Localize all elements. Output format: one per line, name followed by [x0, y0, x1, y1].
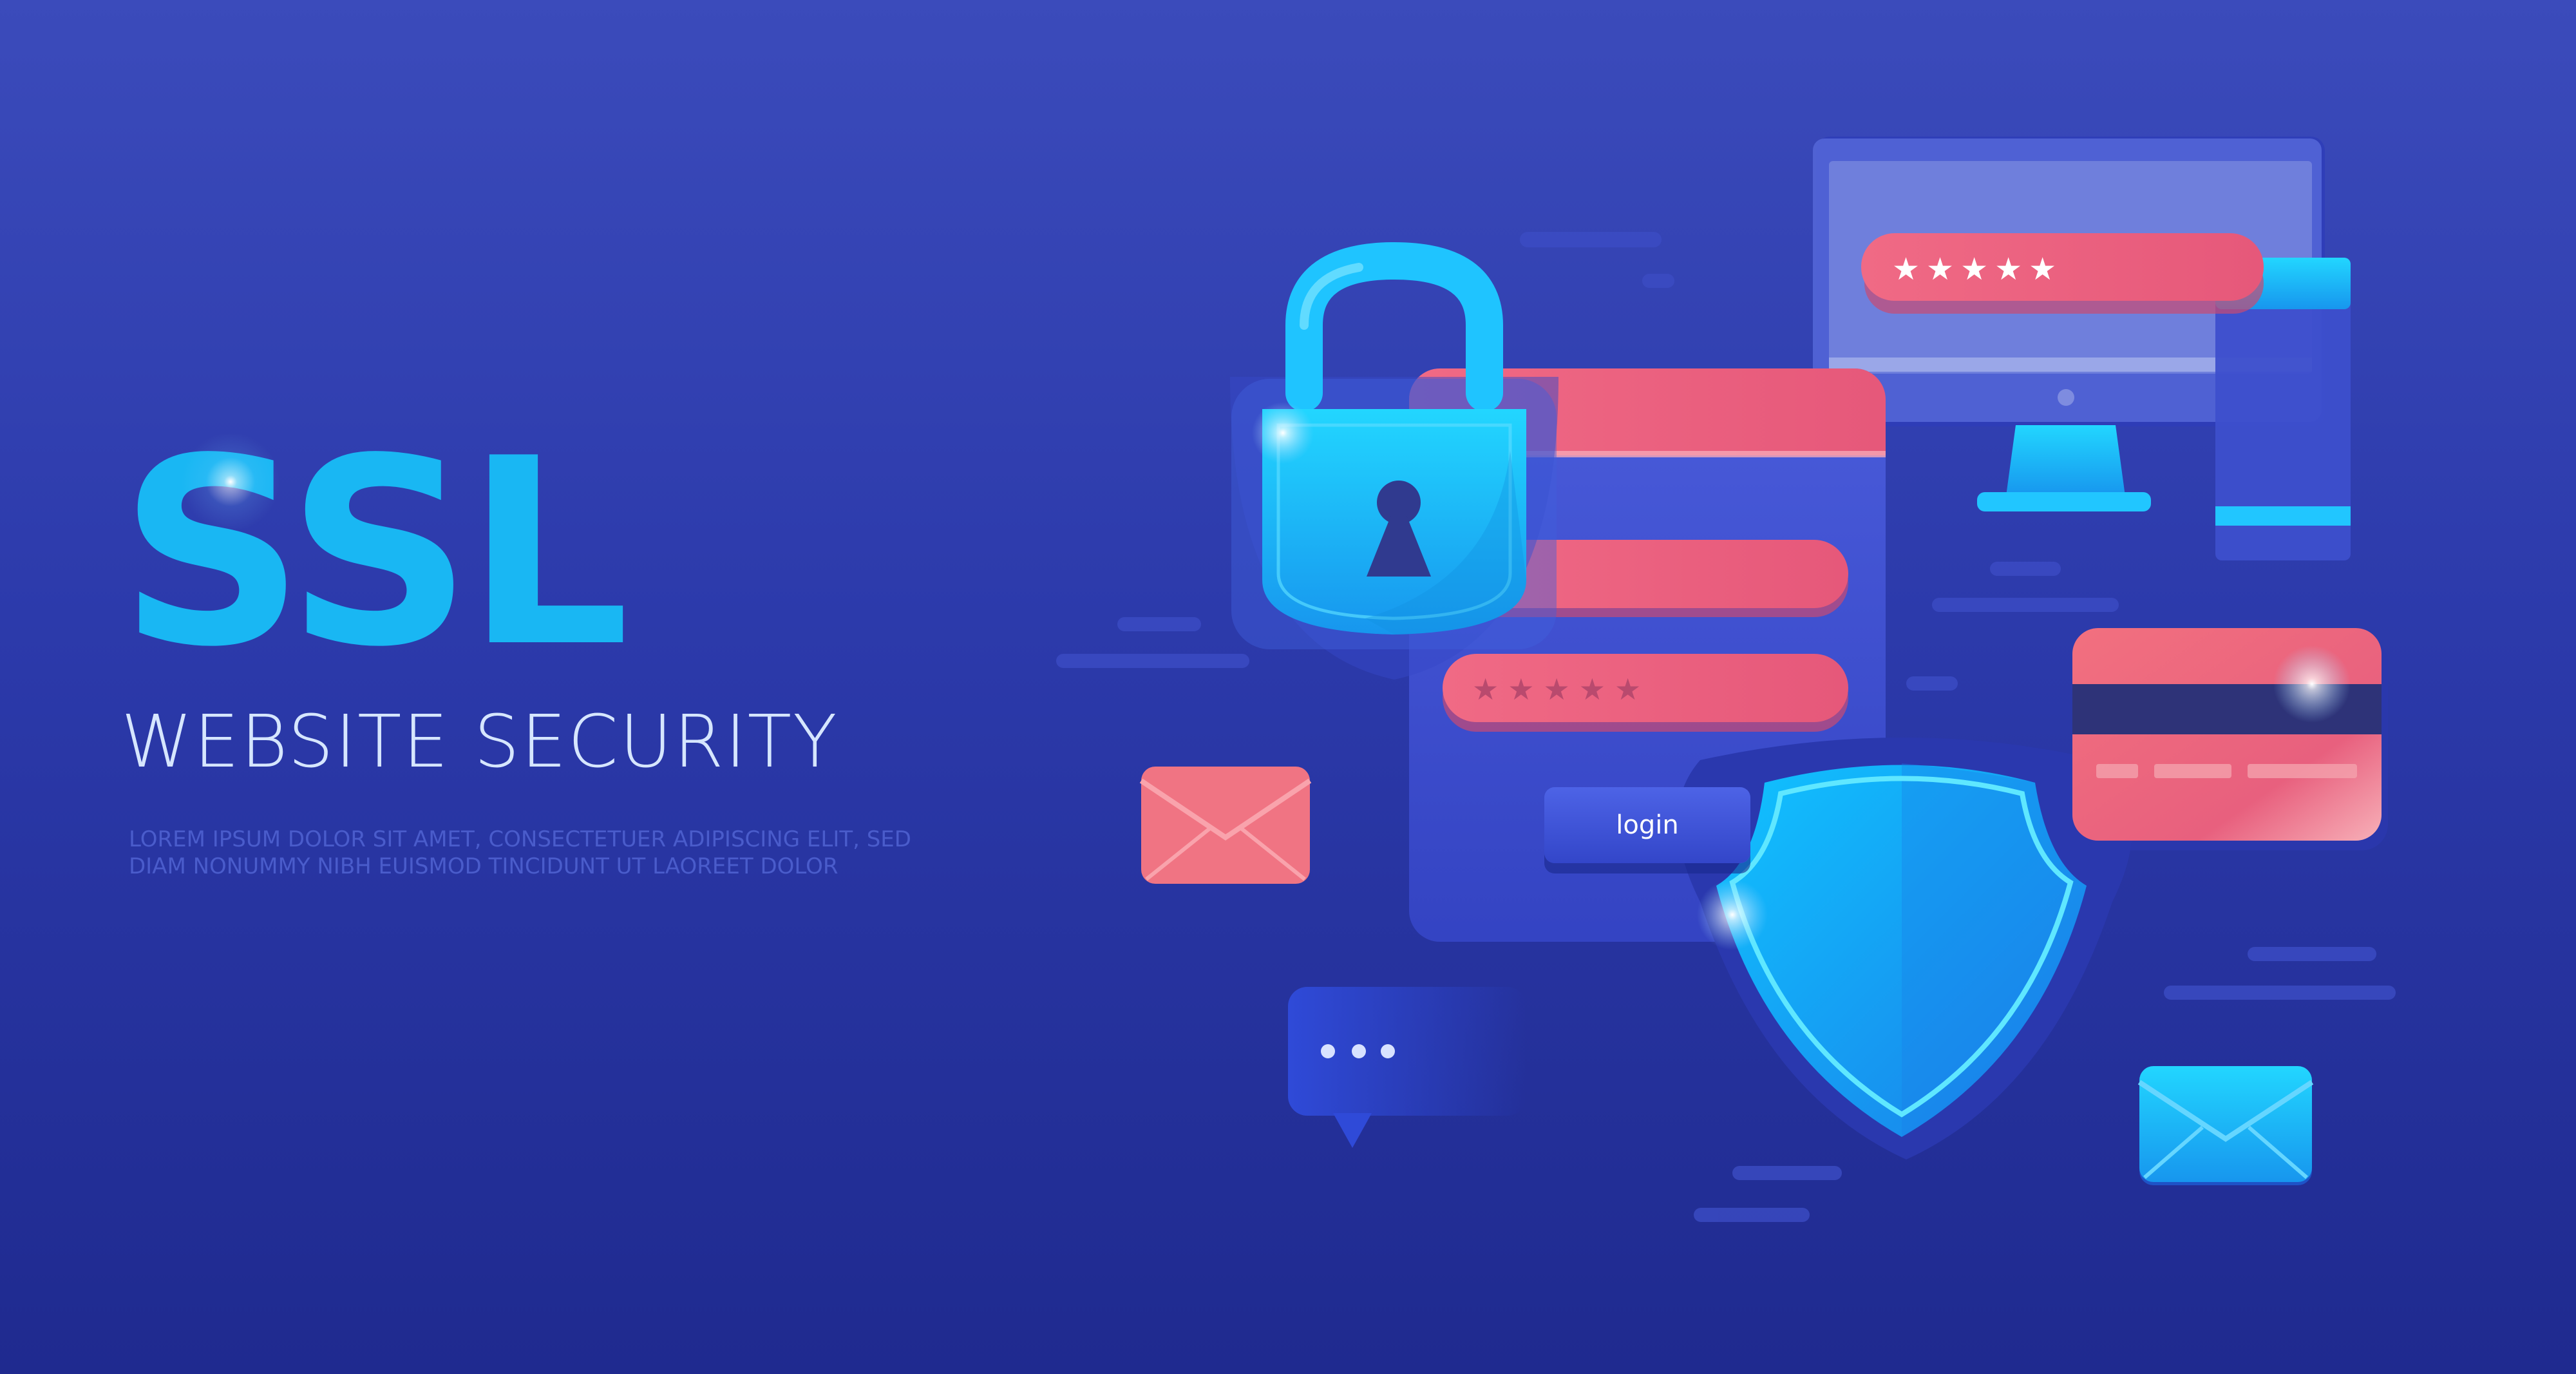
monitor-password-stars: ★★★★★ [1892, 251, 2063, 287]
sparkle-decoration [1697, 879, 1768, 950]
envelope-icon [2137, 1066, 2314, 1185]
monitor-password-mask: ★★★★★ [1892, 251, 2063, 287]
sparkle-decoration [1252, 402, 1314, 464]
sparkle-decoration [2273, 645, 2351, 723]
banner: SSL WEBSITE SECURITY LOREM IPSUM DOLOR S… [0, 0, 2576, 1374]
login-button[interactable]: login [1544, 787, 1750, 863]
chat-bubble-icon [1288, 987, 1526, 1148]
security-illustration: ★★★★★ ★★★★★ [1056, 137, 2396, 1222]
password-field-mask: ★★★★★ [1472, 672, 1650, 707]
padlock-icon [1230, 242, 1558, 680]
envelope-icon [1139, 767, 1312, 884]
monitor-icon [1813, 137, 2351, 560]
